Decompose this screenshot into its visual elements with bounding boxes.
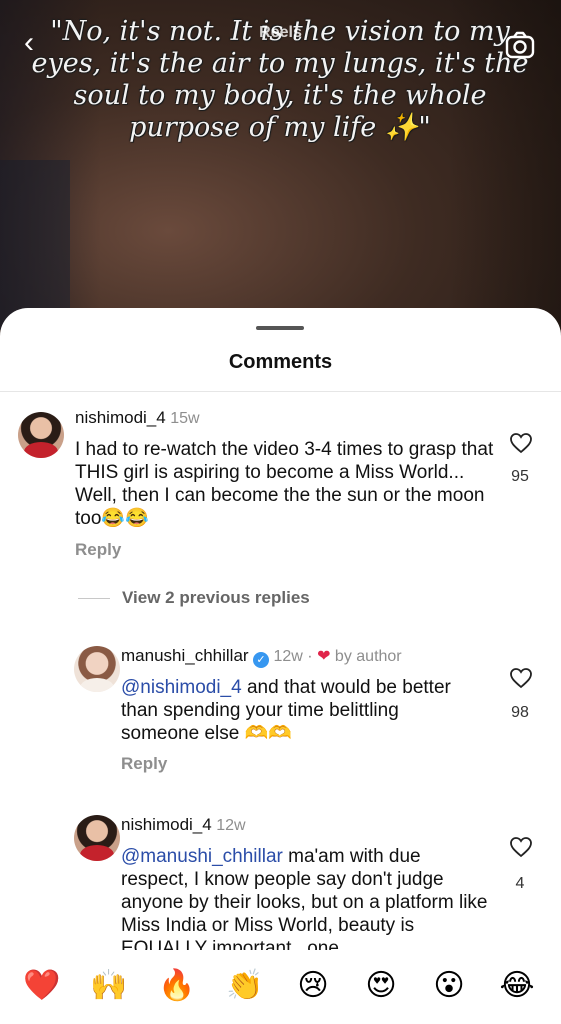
sheet-title: Comments [228,351,333,373]
reply-button[interactable]: Reply [121,754,167,774]
comments-sheet: Comments nishimodi_4 15w I had to re-wat… [0,308,561,1024]
camera-icon[interactable] [505,30,535,60]
emoji-reaction-bar: ❤️ 🙌 🔥 👏 😢 😍 😮 😂 [0,950,561,1024]
by-author-label: by author [334,648,402,665]
like-count: 98 [511,704,529,721]
comment-time: 15w [170,410,200,427]
fire-emoji-button[interactable]: 🔥 [155,968,199,1004]
comment-username[interactable]: nishimodi_4 [121,815,212,834]
like-count: 4 [515,875,525,892]
avatar[interactable] [74,815,120,861]
comment-text: @manushi_chhillar ma'am with due respect… [121,845,491,960]
comment-time: 12w · [273,648,313,665]
view-replies-label[interactable]: View 2 previous replies [122,588,310,608]
reel-video[interactable]: "No, it's not. It is the vision to my ey… [0,0,561,330]
like-count: 95 [511,468,529,485]
heart-icon[interactable] [509,835,533,859]
clapping-hands-emoji-button[interactable]: 👏 [223,968,267,1004]
page-title: Reels [259,24,302,41]
verified-badge-icon: ✓ [253,652,270,668]
laughing-tears-emoji-button[interactable]: 😂 [495,968,539,1004]
reply-item: manushi_chhillar ✓ 12w · ❤ by author @ni… [0,642,561,782]
liked-by-author-heart-icon: ❤ [317,648,331,665]
comment-time: 12w [216,817,246,834]
avatar[interactable] [74,646,120,692]
comment-item: nishimodi_4 15w I had to re-watch the vi… [0,404,561,574]
mention-link[interactable]: @nishimodi_4 [121,677,242,698]
reply-button[interactable]: Reply [75,540,121,560]
comment-username[interactable]: manushi_chhillar [121,646,249,665]
drag-handle[interactable] [256,326,304,330]
surprised-face-emoji-button[interactable]: 😮 [427,968,471,1004]
comment-text: @nishimodi_4 and that would be better th… [121,676,451,745]
heart-icon[interactable] [509,431,533,455]
mention-link[interactable]: @manushi_chhillar [121,846,283,867]
raising-hands-emoji-button[interactable]: 🙌 [87,968,131,1004]
divider [0,391,561,392]
red-heart-emoji-button[interactable]: ❤️ [20,968,64,1004]
reply-item: nishimodi_4 12w @manushi_chhillar ma'am … [0,811,561,971]
replies-divider-line [78,598,110,599]
comment-text: I had to re-watch the video 3-4 times to… [75,439,494,529]
heart-eyes-emoji-button[interactable]: 😍 [359,968,403,1004]
comment-username[interactable]: nishimodi_4 [75,408,166,427]
crying-face-emoji-button[interactable]: 😢 [291,968,335,1004]
heart-icon[interactable] [509,666,533,690]
avatar[interactable] [18,412,64,458]
